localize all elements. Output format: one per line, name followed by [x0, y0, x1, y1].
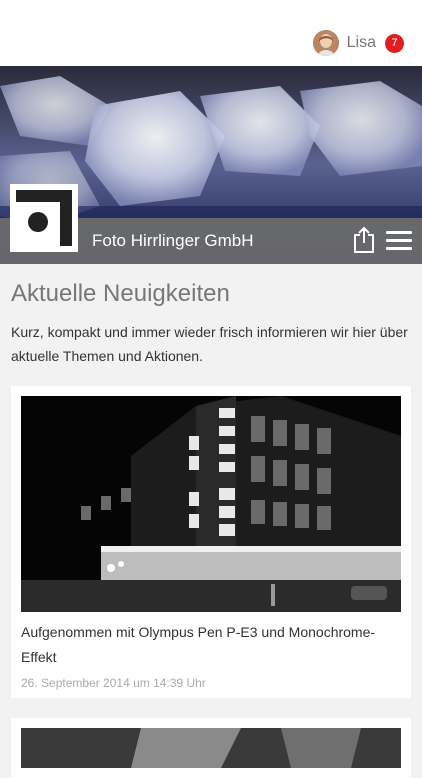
avatar[interactable] — [312, 30, 339, 56]
user-name[interactable]: Lisa — [347, 34, 376, 52]
notification-badge[interactable]: 7 — [385, 33, 404, 53]
news-title[interactable]: Aufgenommen mit Olympus Pen P-E3 und Mon… — [21, 620, 401, 670]
company-logo — [10, 184, 78, 252]
news-card[interactable] — [11, 718, 411, 778]
section-title: Aktuelle Neuigkeiten — [11, 280, 230, 307]
news-image[interactable] — [21, 728, 401, 768]
section-intro: Kurz, kompakt und immer wieder frisch in… — [11, 324, 408, 364]
top-bar: Lisa 7 — [0, 0, 422, 66]
news-date: 26. September 2014 um 14:39 Uhr — [21, 676, 206, 690]
user-profile[interactable]: Lisa 7 — [312, 30, 404, 56]
news-image[interactable] — [21, 396, 401, 612]
share-icon[interactable] — [352, 226, 376, 254]
news-card[interactable]: Aufgenommen mit Olympus Pen P-E3 und Mon… — [11, 386, 411, 698]
company-name: Foto Hirrlinger GmbH — [92, 231, 254, 250]
hamburger-menu-icon[interactable] — [386, 231, 412, 251]
